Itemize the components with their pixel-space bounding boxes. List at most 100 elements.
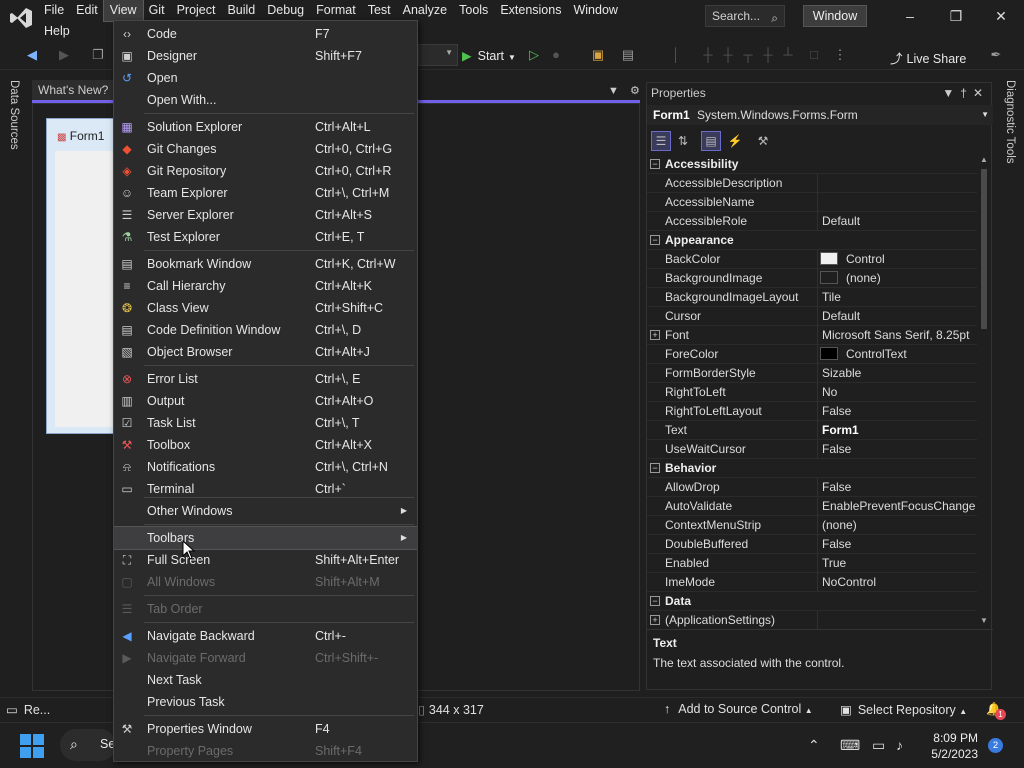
alphabetical-icon[interactable]: ⇅ — [673, 131, 693, 151]
view-menu-item-task-list[interactable]: ☑ Task List Ctrl+\, T — [114, 412, 417, 434]
property-grid-scrollbar[interactable]: ▲ ▼ — [979, 155, 989, 625]
align-center-icon[interactable]: ┼ — [700, 47, 716, 63]
property-value-cell[interactable]: False — [817, 440, 975, 459]
property-value-cell[interactable] — [817, 193, 975, 212]
menu-git[interactable]: Git — [143, 0, 171, 21]
hot-reload-icon[interactable]: ● — [548, 47, 564, 63]
property-value-cell[interactable]: False — [817, 535, 975, 554]
start-without-debugging-icon[interactable]: ▷ — [526, 47, 542, 63]
menu-help[interactable]: Help — [38, 21, 76, 42]
menu-tools[interactable]: Tools — [453, 0, 494, 21]
view-menu-item-object-browser[interactable]: ▧ Object Browser Ctrl+Alt+J — [114, 341, 417, 363]
live-share-button[interactable]: ⤴ Live Share — [890, 48, 966, 67]
form-client-area[interactable] — [55, 151, 117, 427]
view-menu-item-test-explorer[interactable]: ⚗ Test Explorer Ctrl+E, T — [114, 226, 417, 248]
property-value-cell[interactable]: False — [817, 478, 975, 497]
property-value-cell[interactable] — [817, 174, 975, 193]
panel-dropdown-icon[interactable]: ▼ — [942, 86, 960, 100]
property-row-backcolor[interactable]: BackColor Control — [647, 250, 977, 269]
folder-icon[interactable]: ▣ — [590, 47, 606, 63]
view-menu-item-class-view[interactable]: ❂ Class View Ctrl+Shift+C — [114, 297, 417, 319]
notification-center-badge[interactable]: 2 — [988, 738, 1003, 753]
property-row-formborderstyle[interactable]: FormBorderStyle Sizable — [647, 364, 977, 383]
view-menu-item-notifications[interactable]: ⍾ Notifications Ctrl+\, Ctrl+N — [114, 456, 417, 478]
menu-debug[interactable]: Debug — [261, 0, 310, 21]
view-menu-item-toolbars[interactable]: Toolbars ▶ — [114, 526, 417, 550]
property-row-font[interactable]: + Font Microsoft Sans Serif, 8.25pt — [647, 326, 977, 345]
solution-config-dropdown[interactable]: ▼ — [418, 44, 458, 66]
property-row-applicationsettings[interactable]: + (ApplicationSettings) — [647, 611, 977, 630]
view-menu-item-open[interactable]: ↺ Open — [114, 67, 417, 89]
view-menu-item-other-windows[interactable]: Other Windows ▶ — [114, 500, 417, 522]
menu-extensions[interactable]: Extensions — [494, 0, 567, 21]
collapse-icon[interactable]: − — [650, 159, 660, 169]
property-value-cell[interactable]: Control — [817, 250, 975, 269]
menu-project[interactable]: Project — [171, 0, 222, 21]
view-menu-item-code-definition-window[interactable]: ▤ Code Definition Window Ctrl+\, D — [114, 319, 417, 341]
feedback-icon[interactable]: ✒ — [988, 47, 1004, 63]
scrollbar-thumb[interactable] — [981, 169, 987, 329]
view-menu-item-properties-window[interactable]: ⚒ Properties Window F4 — [114, 718, 417, 740]
property-row-usewaitcursor[interactable]: UseWaitCursor False — [647, 440, 977, 459]
data-sources-tab[interactable]: Data Sources — [8, 80, 20, 150]
property-value-cell[interactable]: False — [817, 402, 975, 421]
menu-edit[interactable]: Edit — [70, 0, 104, 21]
property-row-backgroundimagelayout[interactable]: BackgroundImageLayout Tile — [647, 288, 977, 307]
close-icon[interactable]: ✕ — [993, 8, 1009, 24]
property-value-cell[interactable]: (none) — [817, 269, 975, 288]
tab-dropdown-icon[interactable]: ▼ — [608, 85, 619, 97]
property-category-data[interactable]: − Data — [647, 592, 977, 611]
property-row-enabled[interactable]: Enabled True — [647, 554, 977, 573]
tab-whats-new[interactable]: What's New? — [32, 80, 115, 100]
property-value-cell[interactable]: ControlText — [817, 345, 975, 364]
events-icon[interactable]: ⚡ — [725, 131, 745, 151]
menu-view[interactable]: View — [102, 0, 144, 22]
view-menu-item-open-with[interactable]: Open With... — [114, 89, 417, 111]
show-hidden-icons-icon[interactable]: ⌃ — [808, 737, 820, 754]
diagnostic-tools-tab[interactable]: Diagnostic Tools — [1004, 80, 1016, 164]
view-menu-item-previous-task[interactable]: Previous Task — [114, 691, 417, 713]
view-menu-item-full-screen[interactable]: ⛶ Full Screen Shift+Alt+Enter — [114, 549, 417, 571]
form-designer-preview[interactable]: ▩ Form1 — [46, 118, 117, 434]
view-menu-item-solution-explorer[interactable]: ▦ Solution Explorer Ctrl+Alt+L — [114, 116, 417, 138]
property-value-cell[interactable]: Microsoft Sans Serif, 8.25pt — [817, 326, 975, 345]
property-category-appearance[interactable]: − Appearance — [647, 231, 977, 250]
menu-file[interactable]: File — [38, 0, 70, 21]
align-bottom-icon[interactable]: ┴ — [780, 47, 796, 63]
properties-view-icon[interactable]: ▤ — [701, 131, 721, 151]
expand-icon[interactable]: + — [650, 615, 660, 625]
property-value-cell[interactable]: Tile — [817, 288, 975, 307]
property-row-backgroundimage[interactable]: BackgroundImage (none) — [647, 269, 977, 288]
view-menu-item-call-hierarchy[interactable]: ≡ Call Hierarchy Ctrl+Alt+K — [114, 275, 417, 297]
view-menu-item-toolbox[interactable]: ⚒ Toolbox Ctrl+Alt+X — [114, 434, 417, 456]
window-title-badge[interactable]: Window — [803, 5, 867, 27]
property-row-allowdrop[interactable]: AllowDrop False — [647, 478, 977, 497]
property-pages-icon[interactable]: ⚒ — [753, 131, 773, 151]
object-selector[interactable]: Form1 System.Windows.Forms.Form ▼ — [647, 105, 993, 125]
keyboard-icon[interactable]: ⌨ — [840, 737, 860, 754]
property-value-cell[interactable]: (none) — [817, 516, 975, 535]
property-value-cell[interactable]: EnablePreventFocusChange — [817, 497, 975, 516]
view-menu-item-git-changes[interactable]: ◆ Git Changes Ctrl+0, Ctrl+G — [114, 138, 417, 160]
taskbar-search[interactable]: ⌕ Se — [60, 729, 116, 761]
collapse-icon[interactable]: − — [650, 596, 660, 606]
menu-format[interactable]: Format — [310, 0, 362, 21]
view-menu-item-code[interactable]: ‹› Code F7 — [114, 23, 417, 45]
property-row-forecolor[interactable]: ForeColor ControlText — [647, 345, 977, 364]
property-value-cell[interactable]: Default — [817, 307, 975, 326]
layout-icon[interactable]: ▤ — [620, 47, 636, 63]
volume-icon[interactable]: ♪ — [896, 737, 903, 753]
start-debug-button[interactable]: ▶ Start ▼ — [462, 46, 516, 66]
forward-icon[interactable]: ▶ — [56, 47, 72, 63]
clock[interactable]: 8:09 PM 5/2/2023 — [924, 730, 978, 762]
property-row-righttoleftlayout[interactable]: RightToLeftLayout False — [647, 402, 977, 421]
view-menu-item-property-pages[interactable]: Property Pages Shift+F4 — [114, 740, 417, 761]
property-row-accessibledescription[interactable]: AccessibleDescription — [647, 174, 977, 193]
align-middle-icon[interactable]: ┼ — [760, 47, 776, 63]
menu-build[interactable]: Build — [221, 0, 261, 21]
property-value-cell[interactable]: True — [817, 554, 975, 573]
view-menu-item-error-list[interactable]: ⊗ Error List Ctrl+\, E — [114, 368, 417, 390]
windows-start-icon[interactable] — [20, 734, 44, 758]
same-size-icon[interactable]: □ — [806, 47, 822, 63]
select-repository-button[interactable]: ▣ Select Repository ▲ — [840, 702, 967, 717]
